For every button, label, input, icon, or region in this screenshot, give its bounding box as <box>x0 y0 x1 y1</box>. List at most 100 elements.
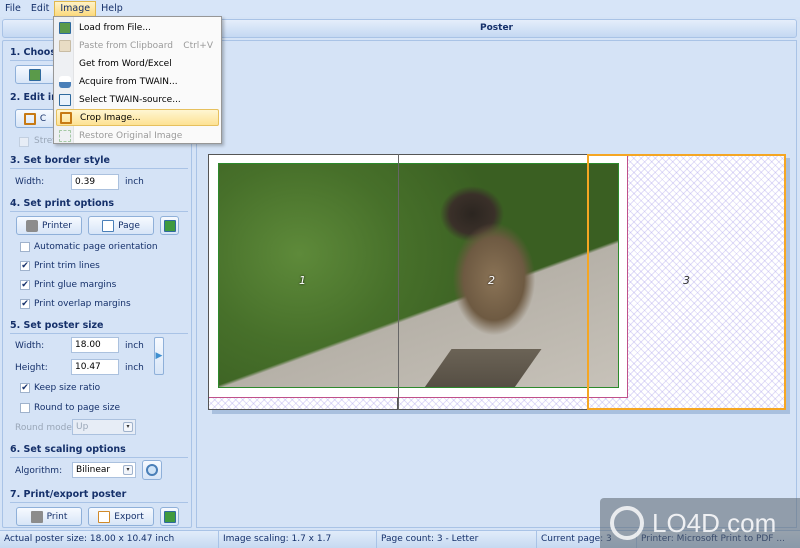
section-export-title: 7. Print/export poster <box>10 489 127 500</box>
algorithm-label: Algorithm: <box>15 466 63 476</box>
zoom-preview-button[interactable] <box>142 460 162 480</box>
poster-image[interactable] <box>218 163 619 388</box>
algorithm-value: Bilinear <box>76 465 111 475</box>
poster-height-input[interactable]: 10.47 <box>71 359 119 375</box>
status-image-scaling: Image scaling: 1.7 x 1.7 <box>218 531 376 548</box>
crop-icon <box>58 110 74 126</box>
globe-icon <box>610 506 644 540</box>
image-menu: Load from File... Paste from Clipboard C… <box>53 16 222 144</box>
page-number-2: 2 <box>488 274 495 287</box>
poster-height-unit: inch <box>125 363 144 373</box>
page-number-3: 3 <box>683 274 690 287</box>
export-options-button[interactable] <box>160 507 179 526</box>
poster-panel-header: Poster <box>196 19 797 38</box>
menu-item-restore-original[interactable]: Restore Original Image <box>56 127 219 144</box>
watermark: LO4D.com <box>600 498 800 548</box>
page-settings-button[interactable]: Page <box>88 216 154 235</box>
menu-item-label: Load from File... <box>79 22 151 33</box>
print-button[interactable]: Print <box>16 507 82 526</box>
menu-item-label: Get from Word/Excel <box>79 58 172 69</box>
keep-ratio-checkbox[interactable]: ✔ <box>20 383 30 393</box>
menu-item-label: Crop Image... <box>80 112 141 123</box>
menu-help[interactable]: Help <box>96 1 128 17</box>
crop-button-label: C <box>39 113 47 124</box>
glue-margins-checkbox[interactable]: ✔ <box>20 280 30 290</box>
crop-button[interactable]: C <box>15 109 55 128</box>
menu-edit[interactable]: Edit <box>26 1 54 17</box>
round-mode-value: Up <box>76 422 89 432</box>
trim-lines-label: Print trim lines <box>34 261 100 271</box>
print-button-label: Print <box>46 511 68 522</box>
trim-line-horizontal <box>209 397 627 398</box>
expand-size-button[interactable]: ▶ <box>154 337 164 375</box>
menu-file[interactable]: File <box>0 1 26 17</box>
overlap-margins-label: Print overlap margins <box>34 299 131 309</box>
printer-gear-icon <box>26 219 39 232</box>
divider <box>10 211 188 212</box>
export-icon <box>98 510 111 523</box>
select-source-icon <box>57 92 73 108</box>
printer-settings-button[interactable]: Printer <box>16 216 82 235</box>
poster-width-input[interactable]: 18.00 <box>71 337 119 353</box>
round-page-label: Round to page size <box>34 403 121 413</box>
page-button-label: Page <box>118 220 140 231</box>
section-print-options-title: 4. Set print options <box>10 198 115 209</box>
section-border-title: 3. Set border style <box>10 155 110 166</box>
magnifier-icon <box>146 464 158 476</box>
menu-item-select-twain-source[interactable]: Select TWAIN-source... <box>56 91 219 108</box>
section-scaling-title: 6. Set scaling options <box>10 444 126 455</box>
export-button-label: Export <box>114 511 144 522</box>
trim-lines-checkbox[interactable]: ✔ <box>20 261 30 271</box>
divider <box>10 502 188 503</box>
menu-item-get-from-word-excel[interactable]: Get from Word/Excel <box>56 55 219 72</box>
scanner-icon <box>57 74 73 90</box>
algorithm-select[interactable]: Bilinear ▾ <box>72 462 136 478</box>
menu-item-label: Acquire from TWAIN... <box>79 76 178 87</box>
poster-width-unit: inch <box>125 341 144 351</box>
load-image-icon <box>57 20 73 36</box>
menu-item-acquire-twain[interactable]: Acquire from TWAIN... <box>56 73 219 90</box>
menu-item-crop-image[interactable]: Crop Image... <box>56 109 219 126</box>
printer-icon <box>30 510 43 523</box>
page-preview-icon <box>163 219 176 232</box>
overlap-margins-checkbox[interactable]: ✔ <box>20 299 30 309</box>
menu-item-label: Select TWAIN-source... <box>79 94 181 105</box>
menubar: File Edit Image Help <box>0 0 800 17</box>
restore-icon <box>57 128 73 144</box>
arrow-right-icon: ▶ <box>155 351 163 361</box>
load-image-icon <box>29 68 41 81</box>
load-image-button[interactable] <box>15 65 55 84</box>
auto-orientation-checkbox[interactable] <box>20 242 30 252</box>
chevron-down-icon: ▾ <box>123 465 133 475</box>
page-preview-button[interactable] <box>160 216 179 235</box>
status-page-count: Page count: 3 - Letter <box>376 531 536 548</box>
round-mode-select[interactable]: Up ▾ <box>72 419 136 435</box>
divider <box>10 457 188 458</box>
empty-icon-slot <box>57 56 73 72</box>
page-gear-icon <box>102 219 115 232</box>
menu-item-load-from-file[interactable]: Load from File... <box>56 19 219 36</box>
paste-icon <box>57 38 73 54</box>
status-poster-size: Actual poster size: 18.00 x 10.47 inch <box>4 534 175 544</box>
menu-item-shortcut: Ctrl+V <box>183 40 213 51</box>
export-options-icon <box>163 510 176 523</box>
auto-orientation-label: Automatic page orientation <box>34 242 158 252</box>
poster-height-label: Height: <box>15 363 48 373</box>
round-mode-label: Round mode: <box>15 423 75 433</box>
menu-item-label: Paste from Clipboard <box>79 40 173 51</box>
crop-icon <box>23 112 36 125</box>
page-number-1: 1 <box>299 274 306 287</box>
export-button[interactable]: Export <box>88 507 154 526</box>
menu-image[interactable]: Image <box>54 0 97 17</box>
menu-item-paste-clipboard[interactable]: Paste from Clipboard Ctrl+V <box>56 37 219 54</box>
menu-item-label: Restore Original Image <box>79 130 183 141</box>
stretch-checkbox[interactable] <box>19 137 29 147</box>
glue-margins-label: Print glue margins <box>34 280 117 290</box>
divider <box>10 168 188 169</box>
poster-width-label: Width: <box>15 341 45 351</box>
chevron-down-icon: ▾ <box>123 422 133 432</box>
border-width-input[interactable]: 0.39 <box>71 174 119 190</box>
round-page-checkbox[interactable] <box>20 403 30 413</box>
watermark-text: LO4D.com <box>652 508 777 538</box>
border-unit-label: inch <box>125 177 144 187</box>
